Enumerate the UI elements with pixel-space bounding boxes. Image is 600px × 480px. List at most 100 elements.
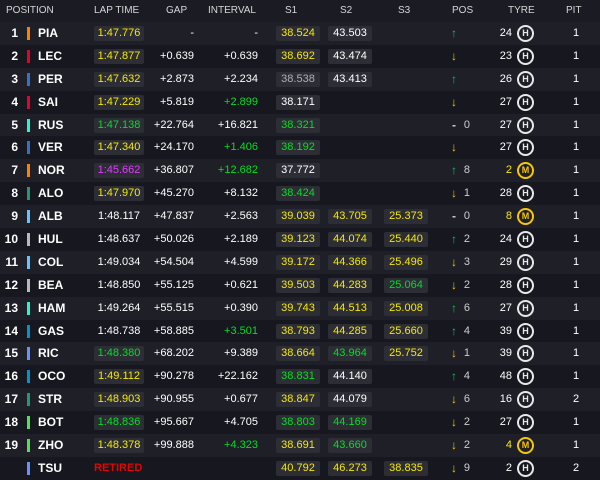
team-color-bar [27, 49, 30, 63]
table-row[interactable]: 19 ZHO 1:48.378 +99.888 +4.323 38.691 43.660 ↓ 2… [0, 434, 600, 457]
tyre-age: 8 [505, 210, 512, 223]
team-color-bar [27, 95, 30, 109]
header-interval: INTERVAL [208, 5, 256, 16]
tyre-compound-icon: H [517, 70, 534, 88]
gap-value: +36.807 [153, 164, 194, 177]
pit-count: 1 [572, 301, 580, 314]
tyre-age: 28 [499, 187, 512, 200]
gap-value: +22.764 [153, 118, 194, 131]
sector-3-time: 25.496 [384, 254, 428, 270]
lap-time: 1:48.738 [97, 324, 141, 337]
position-change: 2 [463, 439, 470, 452]
sector-2-time: 43.413 [328, 71, 372, 87]
table-row[interactable]: 3 PER 1:47.632 +2.873 +2.234 38.538 43.413 ↑ 26 H… [0, 67, 600, 91]
table-row[interactable]: 13 HAM 1:49.264 +55.515 +0.390 39.743 44.513 25… [0, 296, 600, 320]
gap-value: +54.504 [153, 255, 194, 268]
sector-2-time: 44.283 [328, 277, 372, 293]
tyre-compound-icon: H [517, 299, 534, 317]
position-number: 9 [11, 209, 18, 224]
driver-code: HUL [38, 232, 63, 247]
sector-3-time: 38.835 [384, 460, 428, 476]
lap-time: 1:48.850 [97, 278, 141, 291]
table-row[interactable]: 2 LEC 1:47.877 +0.639 +0.639 38.692 43.474 ↓ 23 H… [0, 44, 600, 68]
interval-value: +2.234 [224, 72, 258, 85]
tyre-compound-icon: H [517, 414, 534, 432]
position-change: 0 [463, 118, 470, 131]
table-row[interactable]: 18 BOT 1:48.836 +95.667 +4.705 38.803 44.169 ↓ 2… [0, 411, 600, 435]
table-row[interactable]: 9 ALB 1:48.117 +47.837 +2.563 39.039 43.705 25.… [0, 205, 600, 229]
team-color-bar [27, 141, 30, 155]
lap-time: 1:47.877 [94, 48, 144, 64]
driver-code: RUS [38, 117, 64, 132]
interval-value: +2.563 [224, 210, 258, 223]
lap-time: 1:47.340 [94, 140, 144, 156]
table-row[interactable]: 16 OCO 1:49.112 +90.278 +22.162 38.831 44.140 ↑… [0, 365, 600, 389]
tyre-compound-icon: H [517, 276, 534, 294]
table-row[interactable]: 10 HUL 1:48.637 +50.026 +2.189 39.123 44.074 25… [0, 228, 600, 251]
tyre-compound-icon: H [517, 459, 534, 477]
pit-count: 2 [572, 461, 580, 474]
gap-value: +45.270 [153, 187, 194, 200]
interval-value: +2.899 [224, 95, 258, 108]
header-tyre: TYRE [508, 5, 535, 16]
position-change [458, 45, 470, 68]
sector-1-time: 38.691 [276, 438, 320, 454]
pit-count: 1 [572, 72, 580, 85]
table-row[interactable]: 17 STR 1:48.903 +90.955 +0.677 38.847 44.079 ↓ 6… [0, 388, 600, 412]
tyre-age: 4 [505, 439, 512, 452]
driver-code: RIC [38, 346, 59, 361]
table-row[interactable]: 7 NOR 1:45.662 +36.807 +12.682 37.772 ↑ 8 2 M 1 [0, 159, 600, 183]
table-row[interactable]: 11 COL 1:49.034 +54.504 +4.599 39.172 44.366 25… [0, 250, 600, 274]
team-color-bar [27, 439, 30, 453]
team-color-bar [27, 278, 30, 292]
position-change: 0 [463, 210, 470, 223]
table-row[interactable]: 5 RUS 1:47.138 +22.764 +16.821 38.321-0 27 H 1 [0, 113, 600, 137]
position-change: 2 [463, 233, 470, 246]
gap-value: +95.667 [153, 416, 194, 429]
sector-2-time: 44.074 [328, 232, 372, 248]
tyre-compound-icon: H [517, 391, 534, 409]
position-change [458, 22, 470, 45]
position-number: 7 [11, 163, 18, 178]
table-row[interactable]: 6 VER 1:47.340 +24.170 +1.406 38.192 ↓ 27 H 1 [0, 136, 600, 160]
pit-count: 1 [572, 439, 580, 452]
pit-count: 1 [572, 233, 580, 246]
table-row[interactable]: TSU RETIRED 40.792 46.273 38.835 ↓ 9 2 H 2 [0, 456, 600, 480]
tyre-compound-icon: M [517, 162, 534, 180]
table-row[interactable]: 15 RIC 1:48.380 +68.202 +9.389 38.664 43.964 25… [0, 342, 600, 366]
lap-time: 1:49.034 [97, 255, 141, 268]
position-number: 12 [4, 277, 18, 292]
header-s1: S1 [285, 5, 298, 16]
pit-count: 1 [572, 27, 580, 39]
position-number: 18 [4, 415, 18, 430]
tyre-age: 24 [499, 233, 512, 246]
position-number [0, 457, 18, 480]
gap-value: +0.639 [160, 49, 194, 62]
driver-code: ZHO [38, 438, 64, 453]
retired-label: RETIRED [94, 461, 143, 474]
table-row[interactable]: 8 ALO 1:47.970 +45.270 +8.132 38.424 ↓ 1 28 H 1 [0, 182, 600, 206]
pit-count: 1 [572, 370, 580, 383]
position-change [458, 136, 470, 159]
sector-3-time: 25.752 [384, 346, 428, 362]
table-row[interactable]: 4 SAI 1:47.229 +5.819 +2.899 38.171 ↓ 27 H 1 [0, 90, 600, 114]
tyre-age: 39 [499, 347, 512, 360]
position-number: 14 [4, 323, 18, 338]
interval-value: +0.677 [224, 393, 258, 406]
team-color-bar [27, 324, 30, 338]
team-color-bar [27, 72, 30, 86]
table-row[interactable]: 12 BEA 1:48.850 +55.125 +0.621 39.503 44.283 25… [0, 273, 600, 297]
position-change: 6 [463, 393, 470, 406]
table-row[interactable]: 1 PIA 1:47.776- -38.524 43.503 ↑ 24 H 1 [0, 22, 600, 45]
position-change: 1 [463, 187, 470, 200]
driver-code: COL [38, 254, 64, 269]
tyre-age: 27 [499, 416, 512, 429]
gap-value: +24.170 [153, 141, 194, 154]
sector-3-time: 25.660 [384, 323, 428, 339]
header-s2: S2 [340, 5, 353, 16]
header-pos: POS [452, 5, 474, 16]
interval-value: +4.323 [224, 439, 258, 452]
table-row[interactable]: 14 GAS 1:48.738 +58.885 +3.501 38.793 44.285 25… [0, 319, 600, 343]
lap-time: 1:47.970 [94, 186, 144, 202]
sector-1-time: 38.524 [276, 26, 320, 41]
